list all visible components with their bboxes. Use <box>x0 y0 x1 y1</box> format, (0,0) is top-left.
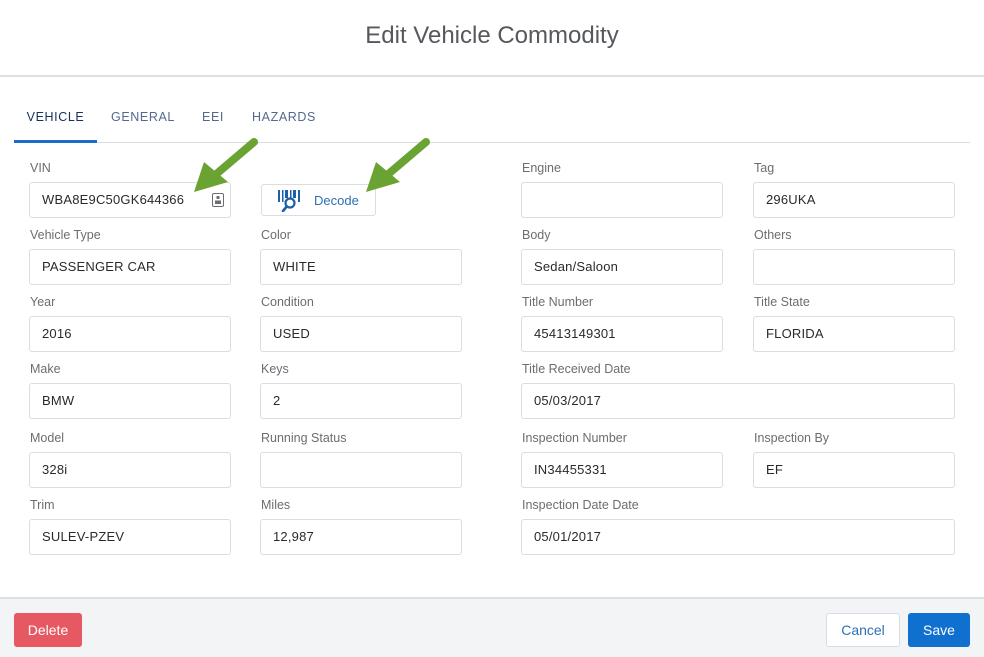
vin-value: WBA8E9C50GK644366 <box>42 192 185 207</box>
inspection-by-field[interactable]: EF <box>753 452 955 488</box>
tag-label: Tag <box>754 161 775 175</box>
modal-footer: Delete Cancel Save <box>0 597 984 657</box>
engine-field[interactable] <box>521 182 723 218</box>
color-label: Color <box>261 228 291 242</box>
make-field[interactable]: BMW <box>29 383 231 419</box>
tag-field[interactable]: 296UKA <box>753 182 955 218</box>
tab-general[interactable]: GENERAL <box>108 100 178 143</box>
cancel-button[interactable]: Cancel <box>826 613 900 647</box>
keys-label: Keys <box>261 362 289 376</box>
miles-field[interactable]: 12,987 <box>260 519 462 555</box>
title-received-date-label: Title Received Date <box>522 362 631 376</box>
decode-button[interactable]: Decode <box>261 184 376 216</box>
others-field[interactable] <box>753 249 955 285</box>
vehicle-type-label: Vehicle Type <box>30 228 101 242</box>
make-label: Make <box>30 362 61 376</box>
condition-field[interactable]: USED <box>260 316 462 352</box>
model-label: Model <box>30 431 65 445</box>
delete-button[interactable]: Delete <box>14 613 82 647</box>
decode-button-label: Decode <box>314 193 359 208</box>
title-state-field[interactable]: FLORIDA <box>753 316 955 352</box>
title-received-date-field[interactable]: 05/03/2017 <box>521 383 955 419</box>
trim-label: Trim <box>30 498 55 512</box>
annotation-arrow-icon <box>194 138 258 192</box>
inspection-date-label: Inspection Date Date <box>522 498 639 512</box>
engine-label: Engine <box>522 161 561 175</box>
body-label: Body <box>522 228 551 242</box>
color-field[interactable]: WHITE <box>260 249 462 285</box>
inspection-by-label: Inspection By <box>754 431 830 445</box>
miles-label: Miles <box>261 498 291 512</box>
vehicle-type-field[interactable]: PASSENGER CAR <box>29 249 231 285</box>
year-label: Year <box>30 295 56 309</box>
inspection-number-field[interactable]: IN34455331 <box>521 452 723 488</box>
tab-vehicle[interactable]: VEHICLE <box>14 100 97 143</box>
modal-header: Edit Vehicle Commodity <box>0 0 984 77</box>
tab-bar: VEHICLE GENERAL EEI HAZARDS <box>14 100 970 143</box>
condition-label: Condition <box>261 295 314 309</box>
title-number-label: Title Number <box>522 295 594 309</box>
title-number-field[interactable]: 45413149301 <box>521 316 723 352</box>
running-status-label: Running Status <box>261 431 347 445</box>
year-field[interactable]: 2016 <box>29 316 231 352</box>
modal-title: Edit Vehicle Commodity <box>365 22 619 49</box>
model-field[interactable]: 328i <box>29 452 231 488</box>
title-state-label: Title State <box>754 295 810 309</box>
inspection-number-label: Inspection Number <box>522 431 627 445</box>
save-button[interactable]: Save <box>908 613 970 647</box>
trim-field[interactable]: SULEV-PZEV <box>29 519 231 555</box>
keys-field[interactable]: 2 <box>260 383 462 419</box>
body-field[interactable]: Sedan/Saloon <box>521 249 723 285</box>
inspection-date-field[interactable]: 05/01/2017 <box>521 519 955 555</box>
running-status-field[interactable] <box>260 452 462 488</box>
vin-label: VIN <box>30 161 51 175</box>
annotation-arrow-icon <box>366 138 430 192</box>
barcode-search-icon <box>278 190 300 212</box>
others-label: Others <box>754 228 792 242</box>
